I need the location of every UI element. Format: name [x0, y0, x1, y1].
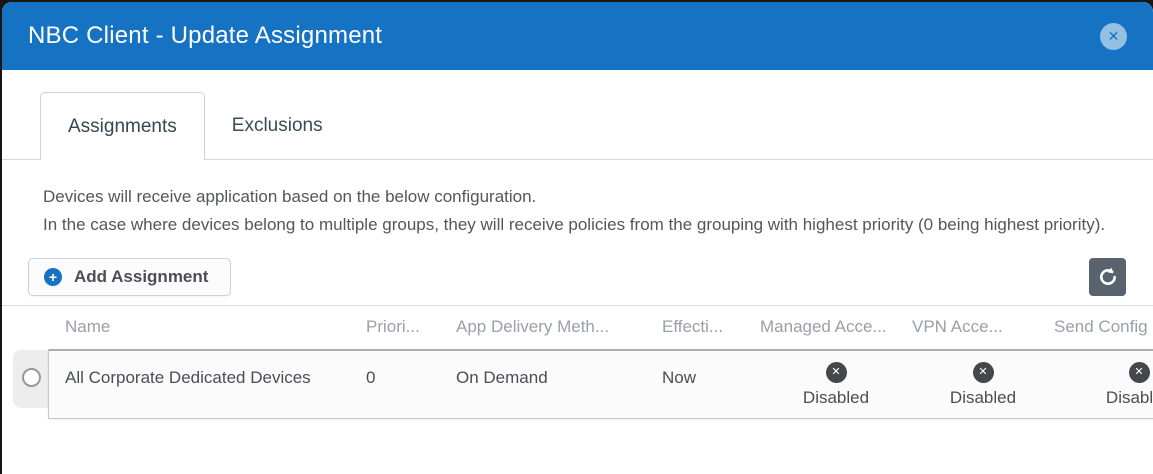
cell-name: All Corporate Dedicated Devices: [65, 351, 366, 418]
x-glyph: ✕: [978, 367, 987, 378]
plus-circle-icon: +: [44, 268, 62, 286]
cell-app-delivery-method: On Demand: [456, 351, 662, 418]
tab-assignments-label: Assignments: [68, 116, 177, 138]
column-header-vpn-access: VPN Acce...: [912, 317, 1054, 337]
table-row[interactable]: All Corporate Dedicated Devices 0 On Dem…: [48, 349, 1153, 419]
column-header-priority: Priori...: [366, 317, 456, 337]
cell-vpn-access: ✕ Disabled: [912, 351, 1054, 418]
tab-bar: Assignments Exclusions: [2, 93, 1153, 160]
dialog-titlebar: NBC Client - Update Assignment ✕: [2, 2, 1153, 70]
assignment-description: Devices will receive application based o…: [43, 183, 1123, 239]
update-assignment-dialog: NBC Client - Update Assignment ✕ Assignm…: [2, 2, 1153, 474]
cell-managed-access: ✕ Disabled: [760, 351, 912, 418]
close-icon[interactable]: ✕: [1100, 23, 1127, 50]
table-header-row: Name Priori... App Delivery Meth... Effe…: [2, 306, 1153, 348]
send-config-status: Disabled: [1106, 388, 1153, 408]
close-x-glyph: ✕: [1108, 28, 1120, 45]
column-header-effective: Effecti...: [662, 317, 760, 337]
add-assignment-button[interactable]: + Add Assignment: [28, 258, 231, 296]
tab-exclusions-label: Exclusions: [232, 115, 323, 137]
column-header-name: Name: [65, 317, 366, 337]
assignment-toolbar: + Add Assignment: [28, 258, 1126, 296]
description-line-1: Devices will receive application based o…: [43, 183, 1123, 211]
circle-x-icon: ✕: [973, 362, 994, 383]
refresh-button[interactable]: [1089, 258, 1126, 296]
assignments-table: Name Priori... App Delivery Meth... Effe…: [2, 305, 1153, 422]
column-header-app-delivery-method: App Delivery Meth...: [456, 317, 662, 337]
circle-x-icon: ✕: [1129, 362, 1150, 383]
row-radio-button[interactable]: [22, 368, 41, 387]
plus-glyph: +: [49, 270, 57, 284]
dialog-title: NBC Client - Update Assignment: [28, 22, 382, 50]
x-glyph: ✕: [831, 367, 840, 378]
vpn-access-status: Disabled: [950, 388, 1016, 408]
cell-effective: Now: [662, 351, 760, 418]
circle-x-icon: ✕: [826, 362, 847, 383]
description-line-2: In the case where devices belong to mult…: [43, 211, 1123, 239]
tab-exclusions[interactable]: Exclusions: [205, 93, 350, 159]
managed-access-status: Disabled: [803, 388, 869, 408]
add-assignment-label: Add Assignment: [74, 267, 208, 287]
column-header-managed-access: Managed Acce...: [760, 317, 912, 337]
column-header-send-config: Send Config: [1054, 317, 1153, 337]
table-body: All Corporate Dedicated Devices 0 On Dem…: [2, 348, 1153, 422]
tab-assignments[interactable]: Assignments: [40, 92, 205, 160]
cell-priority: 0: [366, 351, 456, 418]
x-glyph: ✕: [1134, 367, 1143, 378]
refresh-icon: [1098, 267, 1118, 287]
cell-send-config: ✕ Disabled: [1054, 351, 1153, 418]
